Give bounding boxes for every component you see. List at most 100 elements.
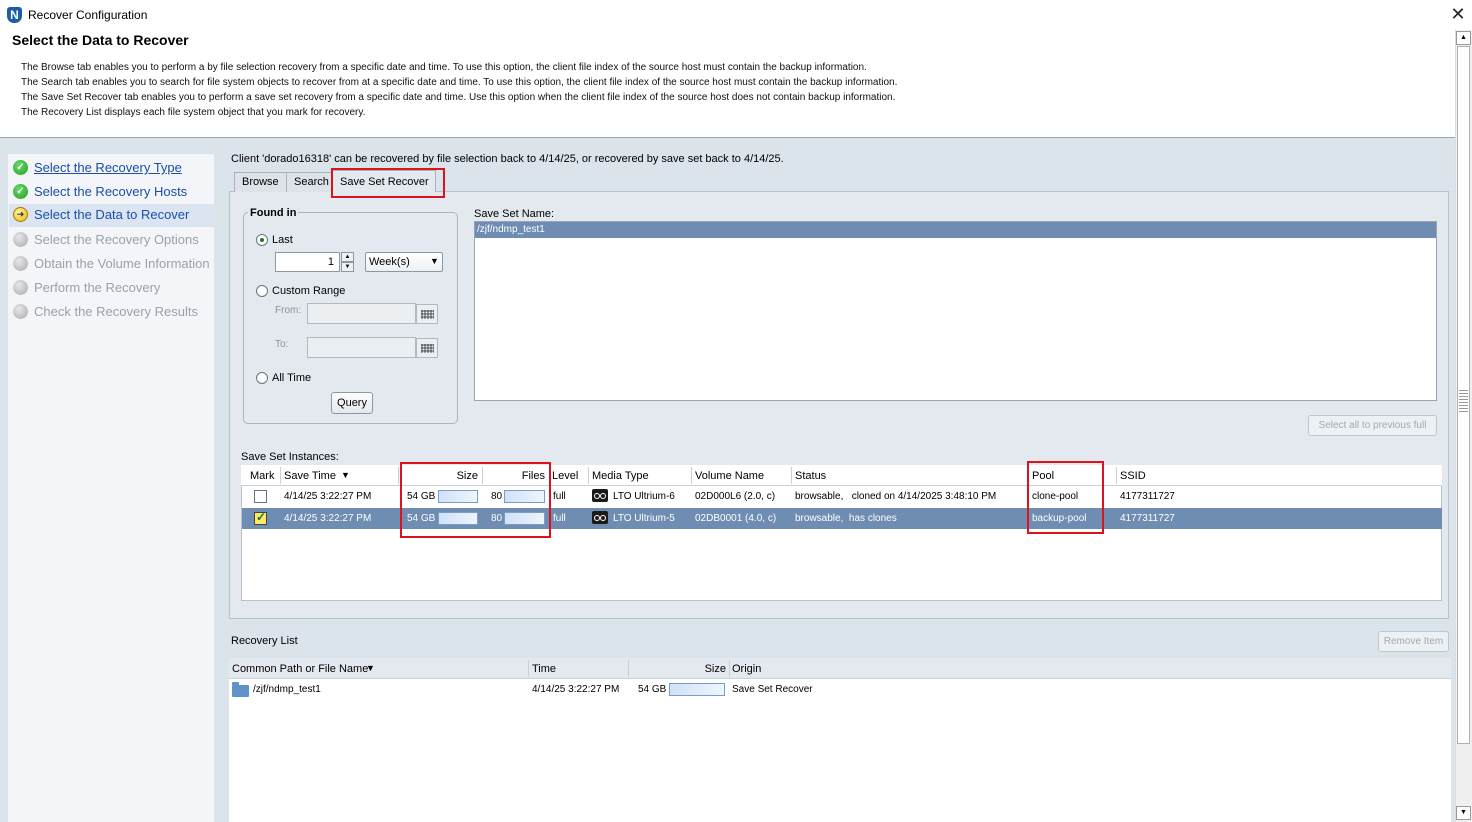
save-set-instances-label: Save Set Instances:: [241, 451, 339, 463]
current-step-arrow-icon: ➜: [13, 207, 28, 222]
folder-icon: [232, 682, 249, 697]
calendar-icon: [416, 338, 438, 358]
check-done-icon: ✓: [13, 160, 28, 175]
last-radio[interactable]: [256, 234, 268, 246]
from-date-input: [307, 303, 416, 324]
cell-save-time: 4/14/25 3:22:27 PM: [284, 491, 372, 502]
custom-range-label: Custom Range: [272, 285, 346, 297]
col-mark[interactable]: Mark: [250, 470, 274, 482]
column-separator: [280, 467, 281, 484]
page-title: Select the Data to Recover: [12, 32, 189, 48]
unit-select[interactable]: Week(s) ▼: [365, 252, 443, 272]
step-label[interactable]: Select the Recovery Type: [34, 160, 182, 175]
sort-desc-icon: ▼: [366, 663, 375, 673]
size-bar: [669, 683, 725, 696]
cell-origin: Save Set Recover: [732, 684, 813, 695]
spin-up-icon[interactable]: ▲: [341, 252, 354, 262]
step-label: Select the Data to Recover: [34, 207, 190, 222]
cell-volume-name: 02DB0001 (4.0, c): [695, 513, 777, 524]
tab-browse[interactable]: Browse: [234, 172, 288, 192]
tape-icon: [592, 489, 608, 502]
tab-search[interactable]: Search: [286, 172, 332, 192]
step-select-recovery-options: Select the Recovery Options: [12, 229, 212, 251]
client-message: Client 'dorado16318' can be recovered by…: [231, 153, 784, 165]
cell-volume-name: 02D000L6 (2.0, c): [695, 491, 776, 502]
mark-checkbox[interactable]: [254, 490, 267, 503]
save-set-name-label: Save Set Name:: [474, 208, 555, 220]
step-label: Check the Recovery Results: [34, 304, 199, 319]
scroll-up-icon[interactable]: ▲: [1456, 31, 1471, 45]
close-icon[interactable]: ✕: [1448, 3, 1468, 25]
step-label: Select the Recovery Options: [34, 232, 199, 247]
cell-level: full: [553, 491, 566, 502]
col-size[interactable]: Size: [700, 663, 726, 675]
chevron-down-icon: ▼: [430, 256, 439, 266]
column-separator: [729, 660, 730, 677]
description-line: The Save Set Recover tab enables you to …: [21, 92, 896, 103]
column-separator: [528, 660, 529, 677]
column-separator: [791, 467, 792, 484]
pending-step-icon: [13, 280, 28, 295]
col-ssid[interactable]: SSID: [1120, 470, 1146, 482]
cell-save-time: 4/14/25 3:22:27 PM: [284, 513, 372, 524]
window-title: Recover Configuration: [28, 8, 148, 22]
step-check-recovery-results: Check the Recovery Results: [12, 301, 212, 323]
remove-item-button[interactable]: Remove Item: [1378, 631, 1449, 652]
col-time[interactable]: Time: [532, 663, 556, 675]
cell-media-type: LTO Ultrium-5: [613, 513, 675, 524]
description-line: The Search tab enables you to search for…: [21, 77, 898, 88]
last-count-input[interactable]: 1: [275, 252, 340, 272]
app-logo-icon: N: [7, 7, 22, 23]
col-status[interactable]: Status: [795, 470, 826, 482]
unit-select-value: Week(s): [369, 256, 410, 268]
list-item[interactable]: [229, 680, 1451, 700]
description-line: The Recovery List displays each file sys…: [21, 107, 366, 118]
save-set-name-list[interactable]: [474, 221, 1437, 401]
step-obtain-volume-information: Obtain the Volume Information: [12, 253, 212, 275]
cell-path: /zjf/ndmp_test1: [253, 684, 321, 695]
save-set-name-item[interactable]: /zjf/ndmp_test1: [475, 222, 1436, 238]
col-media-type[interactable]: Media Type: [592, 470, 649, 482]
step-perform-recovery: Perform the Recovery: [12, 277, 212, 299]
found-in-title: Found in: [248, 207, 299, 219]
cell-size: 54 GB: [638, 684, 667, 695]
highlight-box-pool: [1027, 461, 1104, 534]
step-select-recovery-type[interactable]: ✓ Select the Recovery Type: [12, 157, 212, 179]
scroll-down-icon[interactable]: ▼: [1456, 806, 1471, 820]
highlight-box-tab: [331, 168, 445, 198]
cell-media-type: LTO Ultrium-6: [613, 491, 675, 502]
mark-checkbox-checked[interactable]: [254, 510, 267, 525]
column-separator: [628, 660, 629, 677]
cell-status: browsable, has clones: [795, 513, 897, 524]
custom-range-radio[interactable]: [256, 285, 268, 297]
column-separator: [398, 467, 399, 484]
step-select-data-to-recover[interactable]: ➜ Select the Data to Recover: [9, 204, 214, 227]
col-save-time[interactable]: Save Time: [284, 470, 336, 482]
col-level[interactable]: Level: [552, 470, 578, 482]
all-time-radio[interactable]: [256, 372, 268, 384]
step-label: Obtain the Volume Information: [34, 256, 210, 271]
col-path[interactable]: Common Path or File Name: [232, 663, 368, 675]
column-separator: [588, 467, 589, 484]
column-separator: [691, 467, 692, 484]
pending-step-icon: [13, 232, 28, 247]
select-all-previous-full-button[interactable]: Select all to previous full: [1308, 415, 1437, 436]
col-volume-name[interactable]: Volume Name: [695, 470, 764, 482]
to-label: To:: [275, 339, 289, 350]
spin-down-icon[interactable]: ▼: [341, 262, 354, 272]
tape-icon: [592, 511, 608, 524]
cell-ssid: 4177311727: [1120, 491, 1175, 502]
col-origin[interactable]: Origin: [732, 663, 761, 675]
query-button[interactable]: Query: [331, 392, 373, 414]
cell-ssid: 4177311727: [1120, 513, 1175, 524]
step-label[interactable]: Select the Recovery Hosts: [34, 184, 187, 199]
recovery-list-body: [229, 679, 1451, 822]
recovery-list-header: [229, 658, 1451, 679]
sort-desc-icon: ▼: [341, 470, 350, 480]
step-select-recovery-hosts[interactable]: ✓ Select the Recovery Hosts: [12, 181, 212, 203]
recovery-list-title: Recovery List: [231, 635, 298, 647]
from-label: From:: [275, 305, 302, 316]
cell-time: 4/14/25 3:22:27 PM: [532, 684, 620, 695]
pending-step-icon: [13, 304, 28, 319]
column-separator: [1116, 467, 1117, 484]
